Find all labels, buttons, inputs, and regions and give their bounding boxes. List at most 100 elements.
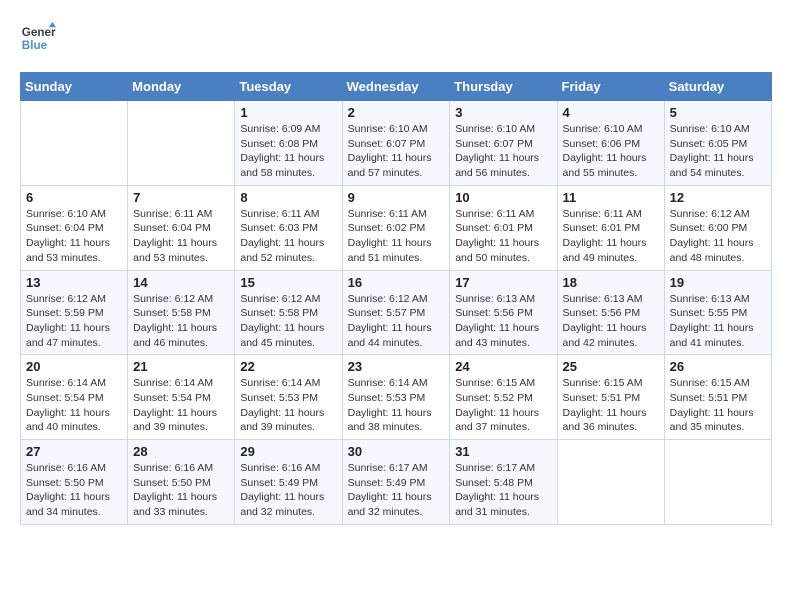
calendar-cell: 16 Sunrise: 6:12 AM Sunset: 5:57 PM Dayli… xyxy=(342,270,450,355)
day-info: Sunrise: 6:11 AM Sunset: 6:02 PM Dayligh… xyxy=(348,207,445,266)
calendar-cell: 12 Sunrise: 6:12 AM Sunset: 6:00 PM Dayli… xyxy=(664,185,771,270)
header-thursday: Thursday xyxy=(450,73,557,101)
day-info: Sunrise: 6:15 AM Sunset: 5:52 PM Dayligh… xyxy=(455,376,551,435)
day-number: 11 xyxy=(563,190,659,205)
day-info: Sunrise: 6:15 AM Sunset: 5:51 PM Dayligh… xyxy=(670,376,766,435)
day-info: Sunrise: 6:10 AM Sunset: 6:06 PM Dayligh… xyxy=(563,122,659,181)
day-number: 12 xyxy=(670,190,766,205)
logo: General Blue xyxy=(20,20,56,56)
day-number: 24 xyxy=(455,359,551,374)
calendar-cell xyxy=(557,440,664,525)
week-row-4: 20 Sunrise: 6:14 AM Sunset: 5:54 PM Dayli… xyxy=(21,355,772,440)
day-number: 13 xyxy=(26,275,122,290)
day-number: 26 xyxy=(670,359,766,374)
day-info: Sunrise: 6:16 AM Sunset: 5:49 PM Dayligh… xyxy=(240,461,336,520)
calendar-cell: 2 Sunrise: 6:10 AM Sunset: 6:07 PM Daylig… xyxy=(342,101,450,186)
day-number: 4 xyxy=(563,105,659,120)
day-info: Sunrise: 6:14 AM Sunset: 5:53 PM Dayligh… xyxy=(348,376,445,435)
header-wednesday: Wednesday xyxy=(342,73,450,101)
day-number: 17 xyxy=(455,275,551,290)
day-number: 29 xyxy=(240,444,336,459)
header-tuesday: Tuesday xyxy=(235,73,342,101)
calendar-cell: 17Sunrise: 6:13 AM Sunset: 5:56 PM Dayli… xyxy=(450,270,557,355)
week-row-3: 13 Sunrise: 6:12 AM Sunset: 5:59 PM Dayli… xyxy=(21,270,772,355)
calendar-cell: 27 Sunrise: 6:16 AM Sunset: 5:50 PM Dayli… xyxy=(21,440,128,525)
day-number: 7 xyxy=(133,190,229,205)
day-info: Sunrise: 6:12 AM Sunset: 5:57 PM Dayligh… xyxy=(348,292,445,351)
calendar-cell: 19 Sunrise: 6:13 AM Sunset: 5:55 PM Dayli… xyxy=(664,270,771,355)
day-info: Sunrise: 6:12 AM Sunset: 5:58 PM Dayligh… xyxy=(240,292,336,351)
week-row-1: 1 Sunrise: 6:09 AM Sunset: 6:08 PM Daylig… xyxy=(21,101,772,186)
header-sunday: Sunday xyxy=(21,73,128,101)
day-info: Sunrise: 6:09 AM Sunset: 6:08 PM Dayligh… xyxy=(240,122,336,181)
calendar-cell: 18 Sunrise: 6:13 AM Sunset: 5:56 PM Dayli… xyxy=(557,270,664,355)
day-number: 1 xyxy=(240,105,336,120)
calendar-cell: 9 Sunrise: 6:11 AM Sunset: 6:02 PM Daylig… xyxy=(342,185,450,270)
day-info: Sunrise: 6:12 AM Sunset: 6:00 PM Dayligh… xyxy=(670,207,766,266)
calendar-cell: 28Sunrise: 6:16 AM Sunset: 5:50 PM Dayli… xyxy=(128,440,235,525)
calendar-cell: 14 Sunrise: 6:12 AM Sunset: 5:58 PM Dayli… xyxy=(128,270,235,355)
header-saturday: Saturday xyxy=(664,73,771,101)
day-number: 14 xyxy=(133,275,229,290)
day-info: Sunrise: 6:13 AM Sunset: 5:56 PM Dayligh… xyxy=(563,292,659,351)
day-info: Sunrise: 6:12 AM Sunset: 5:58 PM Dayligh… xyxy=(133,292,229,351)
calendar-cell: 5 Sunrise: 6:10 AM Sunset: 6:05 PM Daylig… xyxy=(664,101,771,186)
calendar-cell xyxy=(128,101,235,186)
calendar-cell: 3 Sunrise: 6:10 AM Sunset: 6:07 PM Daylig… xyxy=(450,101,557,186)
calendar-cell: 23 Sunrise: 6:14 AM Sunset: 5:53 PM Dayli… xyxy=(342,355,450,440)
day-info: Sunrise: 6:11 AM Sunset: 6:01 PM Dayligh… xyxy=(563,207,659,266)
day-info: Sunrise: 6:14 AM Sunset: 5:53 PM Dayligh… xyxy=(240,376,336,435)
logo-icon: General Blue xyxy=(20,20,56,56)
day-info: Sunrise: 6:10 AM Sunset: 6:05 PM Dayligh… xyxy=(670,122,766,181)
day-info: Sunrise: 6:15 AM Sunset: 5:51 PM Dayligh… xyxy=(563,376,659,435)
calendar-cell: 15 Sunrise: 6:12 AM Sunset: 5:58 PM Dayli… xyxy=(235,270,342,355)
day-info: Sunrise: 6:13 AM Sunset: 5:55 PM Dayligh… xyxy=(670,292,766,351)
day-info: Sunrise: 6:11 AM Sunset: 6:04 PM Dayligh… xyxy=(133,207,229,266)
day-info: Sunrise: 6:12 AM Sunset: 5:59 PM Dayligh… xyxy=(26,292,122,351)
calendar-cell: 1 Sunrise: 6:09 AM Sunset: 6:08 PM Daylig… xyxy=(235,101,342,186)
calendar-table: SundayMondayTuesdayWednesdayThursdayFrid… xyxy=(20,72,772,525)
calendar-cell: 8Sunrise: 6:11 AM Sunset: 6:03 PM Daylig… xyxy=(235,185,342,270)
calendar-cell xyxy=(21,101,128,186)
day-info: Sunrise: 6:17 AM Sunset: 5:49 PM Dayligh… xyxy=(348,461,445,520)
week-row-2: 6Sunrise: 6:10 AM Sunset: 6:04 PM Daylig… xyxy=(21,185,772,270)
calendar-cell: 29 Sunrise: 6:16 AM Sunset: 5:49 PM Dayli… xyxy=(235,440,342,525)
day-number: 5 xyxy=(670,105,766,120)
week-row-5: 27 Sunrise: 6:16 AM Sunset: 5:50 PM Dayli… xyxy=(21,440,772,525)
calendar-cell: 10Sunrise: 6:11 AM Sunset: 6:01 PM Dayli… xyxy=(450,185,557,270)
day-info: Sunrise: 6:11 AM Sunset: 6:01 PM Dayligh… xyxy=(455,207,551,266)
calendar-cell: 20 Sunrise: 6:14 AM Sunset: 5:54 PM Dayli… xyxy=(21,355,128,440)
day-number: 16 xyxy=(348,275,445,290)
header-monday: Monday xyxy=(128,73,235,101)
day-number: 23 xyxy=(348,359,445,374)
calendar-cell: 22 Sunrise: 6:14 AM Sunset: 5:53 PM Dayli… xyxy=(235,355,342,440)
day-number: 2 xyxy=(348,105,445,120)
day-number: 15 xyxy=(240,275,336,290)
day-number: 31 xyxy=(455,444,551,459)
day-info: Sunrise: 6:10 AM Sunset: 6:07 PM Dayligh… xyxy=(348,122,445,181)
calendar-cell: 7 Sunrise: 6:11 AM Sunset: 6:04 PM Daylig… xyxy=(128,185,235,270)
calendar-cell: 11 Sunrise: 6:11 AM Sunset: 6:01 PM Dayli… xyxy=(557,185,664,270)
day-number: 9 xyxy=(348,190,445,205)
calendar-cell: 25 Sunrise: 6:15 AM Sunset: 5:51 PM Dayli… xyxy=(557,355,664,440)
day-info: Sunrise: 6:16 AM Sunset: 5:50 PM Dayligh… xyxy=(26,461,122,520)
calendar-cell: 21Sunrise: 6:14 AM Sunset: 5:54 PM Dayli… xyxy=(128,355,235,440)
day-number: 25 xyxy=(563,359,659,374)
day-number: 3 xyxy=(455,105,551,120)
day-number: 22 xyxy=(240,359,336,374)
calendar-cell: 30 Sunrise: 6:17 AM Sunset: 5:49 PM Dayli… xyxy=(342,440,450,525)
svg-text:General: General xyxy=(22,26,56,39)
day-number: 27 xyxy=(26,444,122,459)
day-number: 8 xyxy=(240,190,336,205)
day-info: Sunrise: 6:17 AM Sunset: 5:48 PM Dayligh… xyxy=(455,461,551,520)
day-number: 20 xyxy=(26,359,122,374)
day-number: 30 xyxy=(348,444,445,459)
day-number: 21 xyxy=(133,359,229,374)
day-number: 19 xyxy=(670,275,766,290)
day-info: Sunrise: 6:14 AM Sunset: 5:54 PM Dayligh… xyxy=(26,376,122,435)
calendar-cell: 4 Sunrise: 6:10 AM Sunset: 6:06 PM Daylig… xyxy=(557,101,664,186)
calendar-cell: 24 Sunrise: 6:15 AM Sunset: 5:52 PM Dayli… xyxy=(450,355,557,440)
day-info: Sunrise: 6:10 AM Sunset: 6:07 PM Dayligh… xyxy=(455,122,551,181)
day-number: 18 xyxy=(563,275,659,290)
day-info: Sunrise: 6:10 AM Sunset: 6:04 PM Dayligh… xyxy=(26,207,122,266)
